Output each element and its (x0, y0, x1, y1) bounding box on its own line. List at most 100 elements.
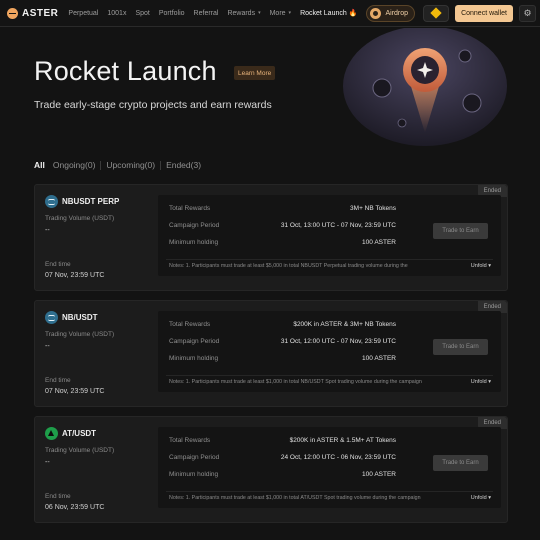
end-time-label: End time (45, 493, 71, 500)
divider (166, 259, 493, 260)
total-rewards-value: $200K in ASTER & 1.5M+ AT Tokens (289, 437, 396, 444)
volume-label: Trading Volume (USDT) (45, 215, 115, 222)
total-rewards-value: $200K in ASTER & 3M+ NB Tokens (293, 321, 396, 328)
top-nav: ASTER Perpetual 1001x Spot Portfolio Referra… (0, 0, 540, 27)
unfold-label: Unfold (470, 379, 487, 385)
tab-divider (160, 160, 162, 170)
token-icon (45, 427, 58, 440)
page-subtitle: Trade early-stage crypto projects and ea… (34, 99, 272, 111)
min-holding-label: Minimum holding (169, 239, 219, 246)
total-rewards-value: 3M+ NB Tokens (350, 205, 396, 212)
campaign-period-label: Campaign Period (169, 338, 220, 345)
nav-link-label: More (269, 9, 286, 17)
chain-selector[interactable] (423, 4, 450, 22)
unfold-label: Unfold (470, 263, 487, 269)
campaign-details: Total Rewards $200K in ASTER & 3M+ NB To… (158, 311, 501, 392)
campaign-card: Ended AT/USDT Trading Volume (USDT) -- E… (34, 416, 508, 523)
chevron-down-icon: ▾ (288, 10, 292, 16)
airdrop-icon (370, 7, 382, 19)
nav-links: Perpetual 1001x Spot Portfolio Referral Rewar… (68, 10, 300, 17)
unfold-label: Unfold (470, 495, 487, 501)
page-title: Rocket Launch (34, 56, 217, 86)
trade-to-earn-button[interactable]: Trade to Earn (433, 223, 488, 239)
campaign-notes: Notes: 1. Participants must trade at lea… (169, 495, 421, 501)
divider (166, 491, 493, 492)
nav-link-label: Rewards (227, 9, 256, 17)
rocket-planet-illustration (343, 28, 507, 146)
campaign-details: Total Rewards 3M+ NB Tokens Campaign Per… (158, 195, 501, 276)
flame-icon: 🔥 (348, 10, 358, 17)
min-holding-label: Minimum holding (169, 471, 219, 478)
trade-to-earn-button[interactable]: Trade to Earn (433, 455, 488, 471)
campaign-period-label: Campaign Period (169, 222, 220, 229)
nav-link-spot[interactable]: Spot (135, 10, 149, 17)
airdrop-button[interactable]: Airdrop (366, 4, 416, 22)
nav-link-label: Portfolio (158, 9, 185, 17)
tab-upcoming[interactable]: Upcoming(0) (106, 160, 155, 170)
campaign-card: Ended NBUSDT PERP Trading Volume (USDT) … (34, 184, 508, 291)
campaign-pair: AT/USDT (45, 427, 96, 440)
pair-name: AT/USDT (62, 429, 97, 438)
tab-all[interactable]: All (34, 160, 45, 170)
nav-link-label: Spot (135, 9, 150, 17)
campaign-notes: Notes: 1. Participants must trade at lea… (169, 379, 422, 385)
nav-link-label: Referral (193, 9, 219, 17)
campaign-tabs: All Ongoing(0) Upcoming(0) Ended(3) (34, 160, 201, 170)
nav-link-perpetual[interactable]: Perpetual (68, 10, 98, 17)
learn-more-button[interactable]: Learn More (234, 66, 276, 80)
min-holding-value: 100 ASTER (362, 355, 396, 362)
min-holding-label: Minimum holding (169, 355, 219, 362)
nav-link-rocket-launch[interactable]: Rocket Launch 🔥 (300, 9, 358, 18)
campaign-period-value: 31 Oct, 13:00 UTC - 07 Nov, 23:59 UTC (280, 222, 396, 229)
chevron-down-icon: ▾ (486, 263, 491, 269)
campaign-period-value: 24 Oct, 12:00 UTC - 06 Nov, 23:59 UTC (280, 454, 396, 461)
nav-link-label: Perpetual (68, 9, 99, 17)
end-time-value: 07 Nov, 23:59 UTC (45, 272, 105, 279)
total-rewards-label: Total Rewards (169, 205, 211, 212)
min-holding-value: 100 ASTER (362, 471, 396, 478)
nav-link-label: 1001x (107, 9, 127, 17)
end-time-value: 07 Nov, 23:59 UTC (45, 388, 105, 395)
nav-link-more[interactable]: More ▾ (270, 10, 291, 17)
total-rewards-label: Total Rewards (169, 321, 211, 328)
volume-value: -- (45, 459, 50, 466)
unfold-button[interactable]: Unfold ▾ (471, 495, 491, 501)
campaign-card: Ended NB/USDT Trading Volume (USDT) -- E… (34, 300, 508, 407)
campaign-pair: NBUSDT PERP (45, 195, 119, 208)
pair-name: NB/USDT (62, 313, 98, 322)
nav-link-rewards[interactable]: Rewards ▾ (227, 10, 260, 17)
end-time-label: End time (45, 261, 71, 268)
divider (166, 375, 493, 376)
tab-ongoing[interactable]: Ongoing(0) (53, 160, 96, 170)
tab-ended[interactable]: Ended(3) (166, 160, 201, 170)
campaign-period-label: Campaign Period (169, 454, 220, 461)
volume-label: Trading Volume (USDT) (45, 331, 115, 338)
token-icon (45, 195, 58, 208)
volume-value: -- (45, 343, 50, 350)
nav-link-referral[interactable]: Referral (194, 10, 219, 17)
volume-value: -- (45, 227, 50, 234)
volume-label: Trading Volume (USDT) (45, 447, 115, 454)
trade-to-earn-button[interactable]: Trade to Earn (433, 339, 488, 355)
unfold-button[interactable]: Unfold ▾ (471, 263, 491, 269)
min-holding-value: 100 ASTER (362, 239, 396, 246)
token-icon (45, 311, 58, 324)
bnb-icon (430, 7, 442, 19)
nav-link-1001x[interactable]: 1001x (107, 10, 126, 17)
tab-divider (100, 160, 102, 170)
pair-name: NBUSDT PERP (62, 197, 120, 206)
gear-icon[interactable]: ⚙ (518, 4, 536, 22)
chevron-down-icon: ▾ (486, 495, 491, 501)
connect-wallet-button[interactable]: Connect wallet (455, 4, 513, 22)
nav-link-portfolio[interactable]: Portfolio (159, 10, 185, 17)
logo[interactable]: ASTER (7, 7, 59, 19)
unfold-button[interactable]: Unfold ▾ (471, 379, 491, 385)
end-time-value: 06 Nov, 23:59 UTC (45, 504, 105, 511)
campaign-period-value: 31 Oct, 12:00 UTC - 07 Nov, 23:59 UTC (280, 338, 396, 345)
campaign-notes: Notes: 1. Participants must trade at lea… (169, 263, 408, 269)
total-rewards-label: Total Rewards (169, 437, 211, 444)
aster-logo-icon (7, 7, 18, 19)
campaign-details: Total Rewards $200K in ASTER & 1.5M+ AT … (158, 427, 501, 508)
chevron-down-icon: ▾ (486, 379, 491, 385)
logo-text: ASTER (22, 7, 59, 19)
